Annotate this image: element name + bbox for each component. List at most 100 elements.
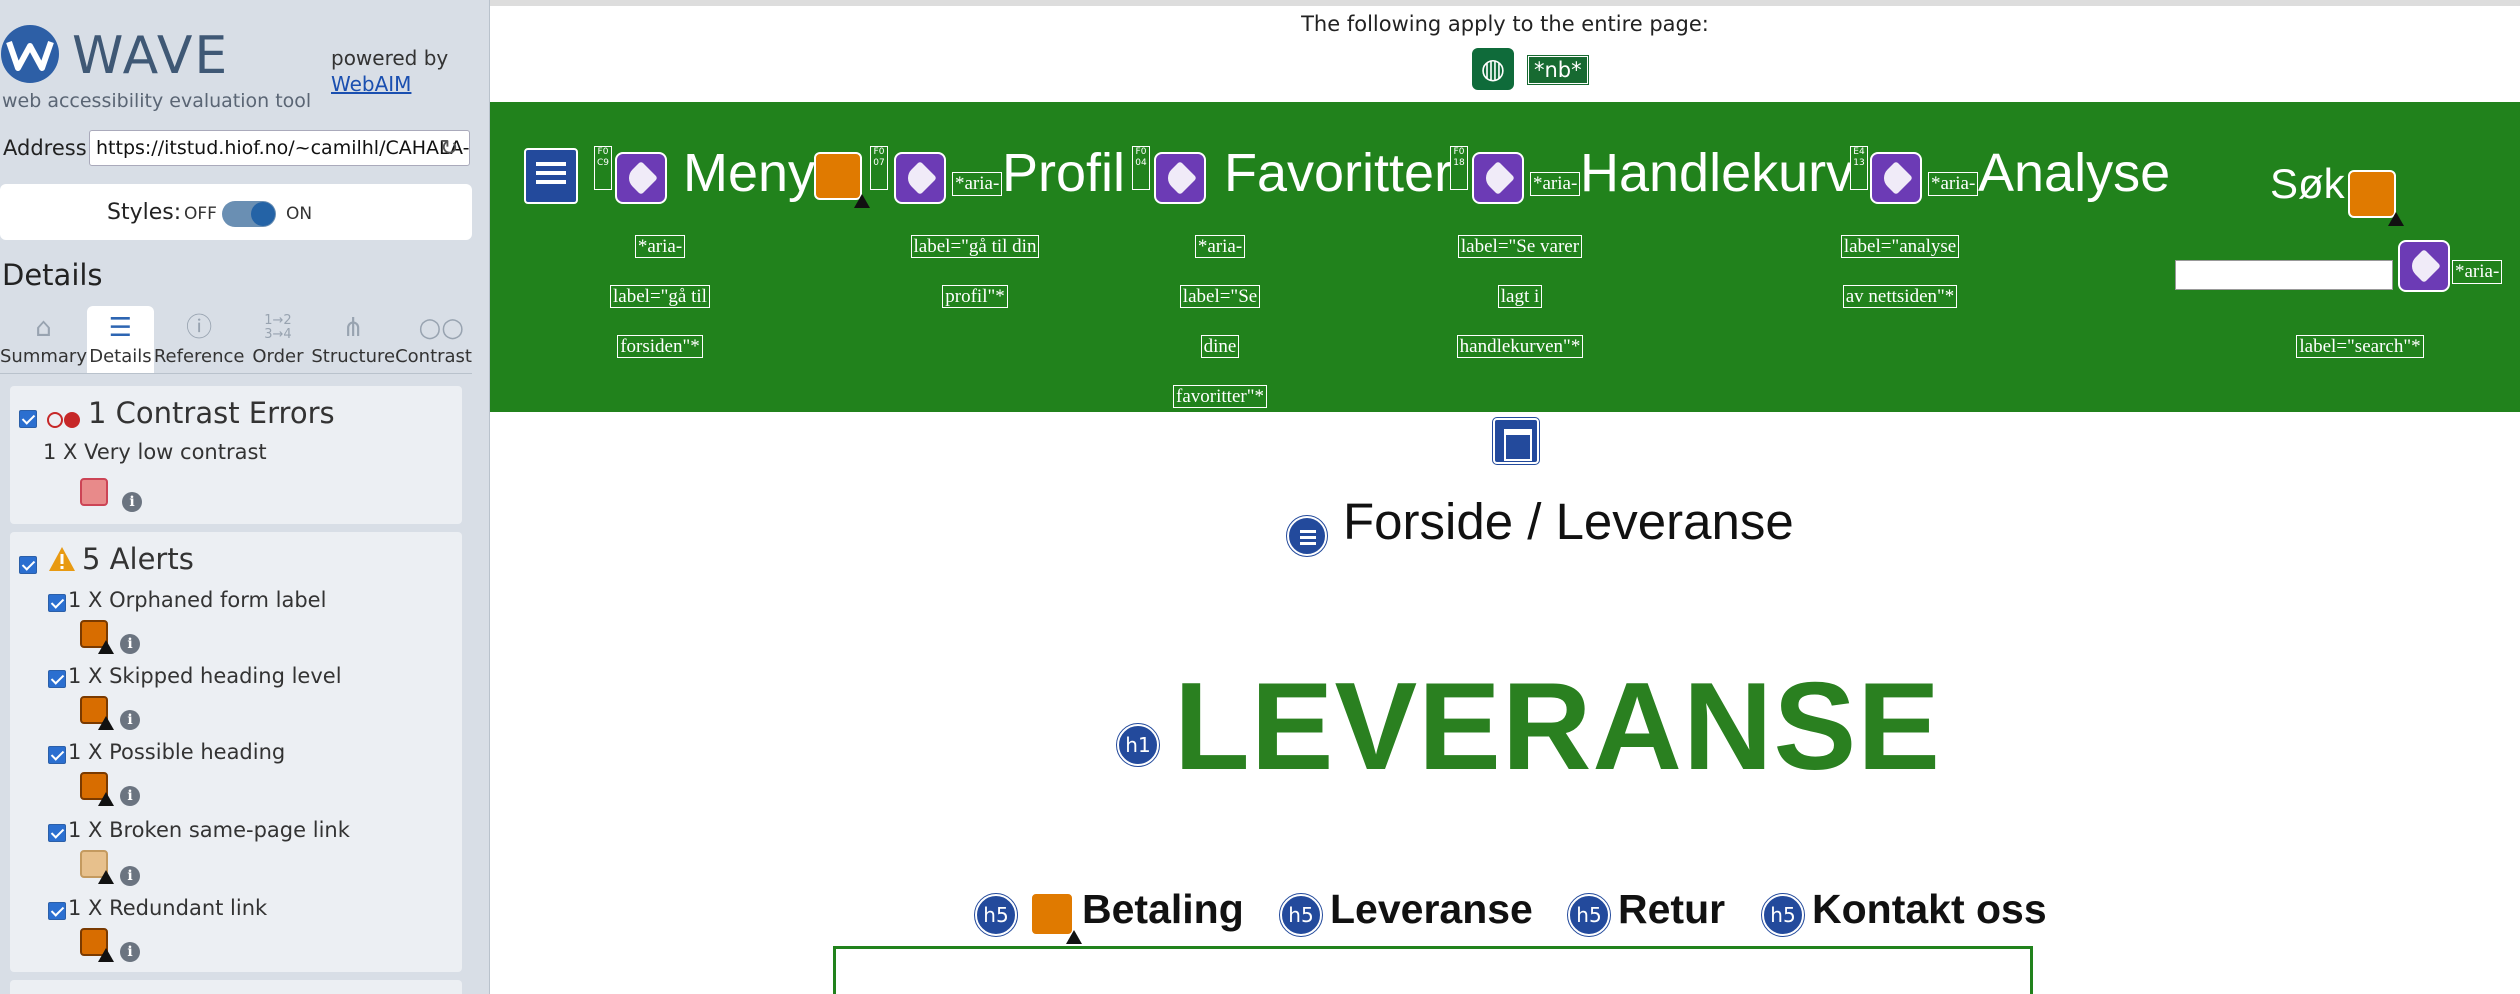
- redundant-link-alert-icon[interactable]: [814, 152, 870, 208]
- info-icon[interactable]: i: [120, 866, 140, 886]
- h5-badge[interactable]: h5: [974, 893, 1018, 937]
- alerts-panel: 5 Alerts 1 X Orphaned form label i 1 X S…: [10, 532, 462, 972]
- alert-warning-icon: [49, 547, 75, 571]
- warning-triangle-icon: [98, 792, 114, 806]
- list-icon[interactable]: [1286, 515, 1328, 557]
- alert-checkbox[interactable]: [48, 670, 66, 688]
- warning-triangle-icon: [854, 194, 870, 208]
- tabindex-icon: F0 18: [1450, 146, 1468, 190]
- alert-checkbox[interactable]: [48, 824, 66, 842]
- caption-line: dine: [1200, 335, 1240, 358]
- aria-tag-icon[interactable]: [894, 152, 946, 204]
- wave-sidebar: WAVE web accessibility evaluation tool p…: [0, 0, 490, 994]
- wave-app: WAVE web accessibility evaluation tool p…: [0, 0, 2520, 994]
- aria-tag-icon[interactable]: [1472, 152, 1524, 204]
- order-icon: 1→2 3→4: [264, 313, 292, 342]
- content-box: [833, 946, 2033, 994]
- refresh-icon[interactable]: ↻: [440, 136, 458, 161]
- tab-details[interactable]: ☰ Details: [87, 306, 154, 373]
- alert-checkbox[interactable]: [48, 902, 66, 920]
- caption-line: label="Se varer: [1457, 235, 1583, 258]
- aria-tag-icon[interactable]: [615, 152, 667, 204]
- info-icon[interactable]: i: [122, 492, 142, 512]
- h5-retur[interactable]: Retur: [1618, 886, 1725, 933]
- address-input[interactable]: https://itstud.hiof.no/~camilhl/CAHALA-S…: [89, 130, 470, 166]
- sidebar-tabs: ⌂ Summary ☰ Details ⓘ Reference 1→2 3→4 O…: [0, 306, 472, 374]
- h5-kontakt-oss[interactable]: Kontakt oss: [1812, 886, 2047, 933]
- alert-item-label: 1 X Broken same-page link: [68, 818, 350, 842]
- tab-label: Structure: [311, 346, 396, 367]
- nav-caption-profil: label="gå til din profil"*: [845, 222, 1105, 322]
- alerts-title: 5 Alerts: [82, 542, 194, 576]
- broken-link-icon[interactable]: [80, 850, 114, 884]
- breadcrumb: Forside / Leveranse: [1343, 493, 1794, 550]
- aria-label-tag: *aria-: [1530, 172, 1581, 196]
- aria-tag-icon[interactable]: [2398, 240, 2450, 292]
- info-icon[interactable]: i: [120, 786, 140, 806]
- tab-label: Summary: [0, 346, 87, 367]
- contrast-checkbox[interactable]: [19, 410, 37, 428]
- aria-tag-icon[interactable]: [1154, 152, 1206, 204]
- nav-link-handlekurv[interactable]: Handlekurv: [1580, 142, 1853, 204]
- possible-heading-icon[interactable]: [80, 772, 114, 806]
- info-icon[interactable]: i: [120, 634, 140, 654]
- h5-badge[interactable]: h5: [1761, 893, 1805, 937]
- tab-reference[interactable]: ⓘ Reference: [154, 306, 245, 373]
- tab-summary[interactable]: ⌂ Summary: [0, 306, 87, 373]
- details-heading: Details: [2, 258, 103, 292]
- nav-caption-analyse: label="analyse av nettsiden"*: [1790, 222, 2010, 322]
- webaim-link[interactable]: WebAIM: [331, 72, 411, 96]
- css-icon[interactable]: [524, 148, 578, 204]
- caption-line: lagt i: [1497, 285, 1543, 308]
- aria-label-tag: *aria-: [952, 172, 1003, 196]
- wave-logo-icon: [1, 25, 59, 83]
- page-heading: LEVERANSE: [1174, 658, 1941, 796]
- caption-line: *aria-: [634, 235, 686, 258]
- tab-contrast[interactable]: ○○ Contrast: [395, 306, 472, 373]
- language-tag: *nb*: [1527, 55, 1589, 85]
- styles-toggle[interactable]: [222, 201, 276, 227]
- nav-link-favoritter[interactable]: Favoritter: [1224, 142, 1452, 204]
- page-notice: The following apply to the entire page:: [1301, 12, 1709, 36]
- nav-caption-sok: label="search"*: [2260, 322, 2460, 372]
- h5-leveranse[interactable]: Leveranse: [1330, 886, 1533, 933]
- caption-line: profil"*: [942, 285, 1008, 308]
- contrast-icon: ○○: [418, 313, 464, 343]
- tabindex-icon: E4 13: [1850, 146, 1868, 190]
- low-contrast-icon[interactable]: [80, 478, 108, 506]
- h1-badge[interactable]: h1: [1116, 723, 1160, 767]
- nav-link-analyse[interactable]: Analyse: [1978, 142, 2170, 204]
- caption-line: label="Se: [1179, 285, 1261, 308]
- tab-structure[interactable]: ⋔ Structure: [311, 306, 395, 373]
- language-globe-icon[interactable]: ◍: [1472, 48, 1514, 90]
- redundant-link-icon[interactable]: [80, 928, 114, 962]
- tab-order[interactable]: 1→2 3→4 Order: [245, 306, 312, 373]
- nav-link-profil[interactable]: Profil: [1002, 142, 1125, 204]
- warning-triangle-icon: [98, 948, 114, 962]
- orphaned-label-alert-icon[interactable]: [2348, 170, 2404, 226]
- nav-link-meny[interactable]: Meny: [683, 142, 815, 204]
- tabindex-icon: F0 07: [870, 146, 888, 190]
- caption-line: label="gå til din: [910, 235, 1040, 258]
- main-region-icon[interactable]: [1492, 417, 1540, 465]
- orphaned-label-icon[interactable]: [80, 620, 114, 654]
- aria-tag-icon[interactable]: [1870, 152, 1922, 204]
- alert-item-label: 1 X Skipped heading level: [68, 664, 342, 688]
- tabindex-icon: F0 C9: [594, 146, 612, 190]
- caption-line: *aria-: [1194, 235, 1246, 258]
- h5-badge[interactable]: h5: [1279, 893, 1323, 937]
- alerts-checkbox[interactable]: [19, 556, 37, 574]
- alert-checkbox[interactable]: [48, 594, 66, 612]
- info-icon[interactable]: i: [120, 942, 140, 962]
- caption-line: label="search"*: [2296, 335, 2424, 358]
- h5-badge[interactable]: h5: [1567, 893, 1611, 937]
- h5-betaling[interactable]: Betaling: [1082, 886, 1244, 933]
- info-icon[interactable]: i: [120, 710, 140, 730]
- skipped-heading-alert-icon[interactable]: [1030, 892, 1082, 944]
- aria-label-tag: *aria-: [2452, 260, 2503, 284]
- skipped-heading-icon[interactable]: [80, 696, 114, 730]
- search-input[interactable]: [2175, 260, 2393, 290]
- styles-on-label: ON: [286, 204, 313, 224]
- alert-checkbox[interactable]: [48, 746, 66, 764]
- structure-icon: ⋔: [342, 313, 365, 343]
